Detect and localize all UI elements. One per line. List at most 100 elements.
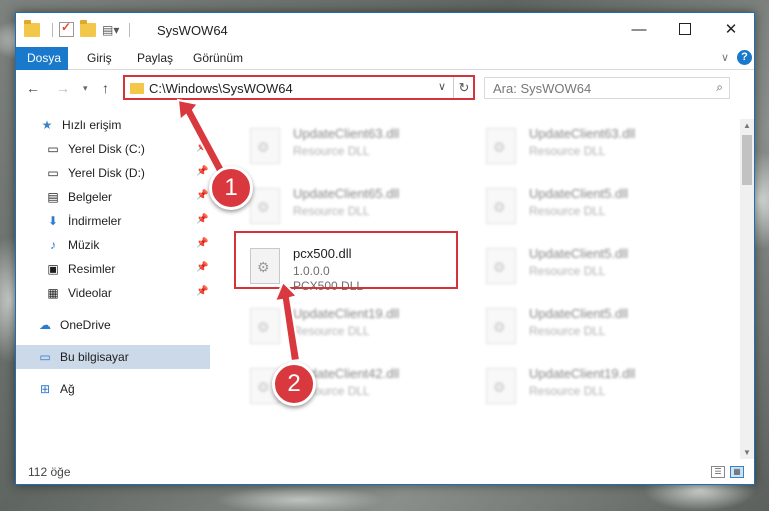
- sidebar-item-label: Hızlı erişim: [62, 118, 122, 132]
- file-item[interactable]: UpdateClient5.dll Resource DLL: [478, 180, 703, 232]
- tab-home[interactable]: Giriş: [76, 47, 123, 69]
- file-name: UpdateClient63.dll: [293, 126, 400, 141]
- file-name: UpdateClient19.dll: [529, 366, 636, 381]
- pin-icon: 📌: [196, 142, 209, 153]
- item-count: 112 öğe: [28, 465, 71, 479]
- download-icon: ⬇: [47, 214, 59, 228]
- file-item[interactable]: UpdateClient19.dll Resource DLL: [242, 300, 467, 352]
- callout-step-2: 2: [272, 362, 316, 406]
- dll-file-icon: [250, 308, 280, 344]
- file-name: UpdateClient19.dll: [293, 306, 400, 321]
- file-type: Resource DLL: [529, 264, 606, 278]
- star-icon: ★: [41, 118, 53, 132]
- back-button[interactable]: ←: [26, 80, 40, 96]
- dll-file-icon: [250, 188, 280, 224]
- file-item[interactable]: UpdateClient5.dll Resource DLL: [478, 240, 703, 292]
- tab-view[interactable]: Görünüm: [182, 47, 254, 69]
- dll-file-icon: [486, 188, 516, 224]
- drive-icon: ▭: [47, 166, 59, 180]
- file-item[interactable]: UpdateClient19.dll Resource DLL: [478, 360, 703, 412]
- customize-icon[interactable]: ▤▾: [102, 23, 119, 37]
- sidebar-item-this-pc[interactable]: ▭ Bu bilgisayar: [16, 345, 210, 369]
- search-input[interactable]: [491, 80, 695, 97]
- new-folder-icon[interactable]: [80, 19, 96, 37]
- recent-locations-button[interactable]: ▾: [83, 83, 88, 94]
- expand-ribbon-icon[interactable]: ∨: [721, 51, 729, 64]
- sidebar-item-label: Ağ: [60, 382, 75, 396]
- scroll-down-icon[interactable]: ▼: [743, 448, 751, 457]
- sidebar-item-disk-c[interactable]: ▭ Yerel Disk (C:) 📌: [46, 137, 240, 161]
- address-path[interactable]: C:\Windows\SysWOW64: [149, 81, 293, 96]
- sidebar-item-label: Videolar: [68, 286, 112, 300]
- sidebar-item-music[interactable]: ♪ Müzik 📌: [46, 233, 240, 257]
- properties-icon[interactable]: [59, 20, 74, 37]
- scroll-thumb[interactable]: [742, 135, 752, 185]
- file-item[interactable]: UpdateClient5.dll Resource DLL: [478, 300, 703, 352]
- ribbon-tabs: Dosya Giriş Paylaş Görünüm ∨ ?: [16, 47, 754, 99]
- help-icon[interactable]: ?: [737, 50, 752, 65]
- scroll-up-icon[interactable]: ▲: [743, 121, 751, 130]
- highlight-box-file: [234, 231, 458, 289]
- file-type: Resource DLL: [529, 144, 606, 158]
- dll-file-icon: [486, 248, 516, 284]
- refresh-button[interactable]: ↻: [453, 77, 474, 98]
- file-type: Resource DLL: [293, 204, 370, 218]
- maximize-button[interactable]: [662, 13, 708, 45]
- network-icon: ⊞: [39, 382, 51, 396]
- pin-icon: 📌: [196, 238, 209, 249]
- file-name: UpdateClient65.dll: [293, 186, 400, 201]
- minimize-button[interactable]: —: [616, 13, 662, 45]
- close-button[interactable]: ✕: [708, 13, 754, 45]
- navigation-pane: ★ Hızlı erişim ▭ Yerel Disk (C:) 📌 ▭ Yer…: [16, 111, 210, 461]
- address-bar[interactable]: C:\Windows\SysWOW64 ∨ ↻: [123, 75, 475, 100]
- computer-icon: ▭: [39, 350, 51, 364]
- sidebar-item-label: Yerel Disk (D:): [68, 166, 145, 180]
- search-box[interactable]: ⌕: [484, 77, 730, 99]
- sidebar-item-label: Belgeler: [68, 190, 113, 204]
- cloud-icon: ☁: [39, 318, 51, 332]
- videos-icon: ▦: [47, 286, 59, 300]
- title-bar: ▤▾ SysWOW64 — ✕: [16, 13, 754, 47]
- divider: [52, 22, 53, 37]
- window-title: SysWOW64: [157, 23, 228, 38]
- tab-share[interactable]: Paylaş: [126, 47, 184, 69]
- vertical-scrollbar[interactable]: ▲ ▼: [740, 119, 754, 459]
- up-button[interactable]: ↑: [102, 80, 109, 96]
- file-type: Resource DLL: [529, 204, 606, 218]
- sidebar-item-network[interactable]: ⊞ Ağ: [38, 377, 232, 401]
- dll-file-icon: [486, 308, 516, 344]
- pin-icon: 📌: [196, 286, 209, 297]
- pictures-icon: ▣: [47, 262, 59, 276]
- file-item[interactable]: UpdateClient63.dll Resource DLL: [242, 120, 467, 172]
- sidebar-item-downloads[interactable]: ⬇ İndirmeler 📌: [46, 209, 240, 233]
- file-type: Resource DLL: [293, 144, 370, 158]
- sidebar-item-label: Bu bilgisayar: [60, 350, 129, 364]
- file-item[interactable]: UpdateClient63.dll Resource DLL: [478, 120, 703, 172]
- dll-file-icon: [486, 128, 516, 164]
- file-type: Resource DLL: [293, 324, 370, 338]
- sidebar-item-videos[interactable]: ▦ Videolar 📌: [46, 281, 240, 305]
- sidebar-item-onedrive[interactable]: ☁ OneDrive: [38, 313, 232, 337]
- dll-file-icon: [486, 368, 516, 404]
- dll-file-icon: [250, 128, 280, 164]
- sidebar-item-label: Müzik: [68, 238, 100, 252]
- sidebar-item-pictures[interactable]: ▣ Resimler 📌: [46, 257, 240, 281]
- file-name: UpdateClient5.dll: [529, 246, 629, 261]
- sidebar-item-quick-access[interactable]: ★ Hızlı erişim: [40, 113, 234, 137]
- file-item[interactable]: UpdateClient65.dll Resource DLL: [242, 180, 467, 232]
- sidebar-item-label: OneDrive: [60, 318, 111, 332]
- sidebar-item-label: Resimler: [68, 262, 116, 276]
- file-type: Resource DLL: [529, 384, 606, 398]
- forward-button[interactable]: →: [56, 80, 70, 96]
- callout-step-1: 1: [209, 166, 253, 210]
- sidebar-item-label: Yerel Disk (C:): [68, 142, 145, 156]
- folder-icon: [130, 83, 144, 94]
- tiles-view-icon[interactable]: ▦: [730, 466, 744, 478]
- search-icon[interactable]: ⌕: [716, 80, 723, 95]
- maximize-icon: [679, 23, 691, 35]
- file-name: UpdateClient5.dll: [529, 306, 629, 321]
- documents-icon: ▤: [47, 190, 59, 204]
- details-view-icon[interactable]: ☰: [711, 466, 725, 478]
- file-type: Resource DLL: [529, 324, 606, 338]
- chevron-down-icon[interactable]: ∨: [438, 80, 446, 93]
